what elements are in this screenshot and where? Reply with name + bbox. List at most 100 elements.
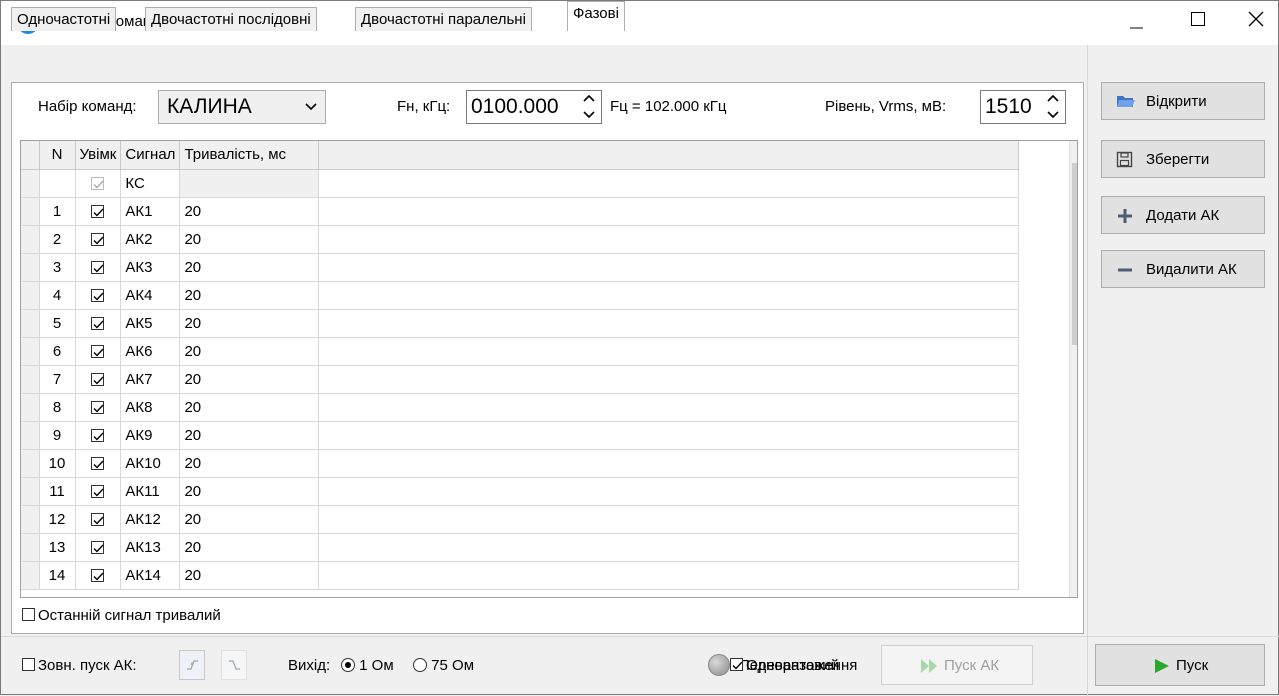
row-enabled-checkbox[interactable]	[91, 373, 105, 387]
table-row[interactable]: 8 АК8 20	[21, 393, 1020, 422]
row-enabled-cell[interactable]	[75, 533, 122, 562]
table-row[interactable]: 5 АК5 20	[21, 309, 1020, 338]
commands-table[interactable]: N Увімк Сигнал Тривалість, мс КС 1 АК1 20 2 А…	[20, 140, 1078, 598]
falling-edge-button[interactable]	[221, 650, 247, 680]
row-duration[interactable]: 20	[179, 421, 320, 450]
remove-ak-button[interactable]: Видалити АК	[1101, 250, 1265, 288]
table-row[interactable]: 14 АК14 20	[21, 561, 1020, 590]
tab-single-frequency[interactable]: Одночастотні	[11, 7, 117, 31]
row-duration[interactable]: 20	[179, 281, 320, 310]
row-duration[interactable]: 20	[179, 393, 320, 422]
row-duration[interactable]: 20	[179, 533, 320, 562]
row-signal[interactable]: АК5	[120, 309, 181, 338]
output-1ohm-radio[interactable]: 1 Ом	[341, 657, 394, 674]
row-indicator[interactable]	[21, 533, 40, 562]
row-signal[interactable]: АК9	[120, 421, 181, 450]
scroll-up-icon[interactable]	[1076, 147, 1078, 155]
row-enabled-cell[interactable]	[75, 281, 122, 310]
row-indicator[interactable]	[21, 505, 40, 534]
row-indicator[interactable]	[21, 477, 40, 506]
table-row[interactable]: 1 АК1 20	[21, 197, 1020, 226]
row-signal[interactable]: КС	[120, 169, 181, 198]
radio-1ohm[interactable]	[341, 658, 355, 672]
row-enabled-checkbox[interactable]	[91, 513, 105, 527]
table-row[interactable]: 13 АК13 20	[21, 533, 1020, 562]
row-indicator[interactable]	[21, 337, 40, 366]
level-spinbox[interactable]: 1510	[980, 90, 1066, 124]
row-enabled-cell[interactable]	[75, 225, 122, 254]
single-shot-control[interactable]: Одноразовий	[730, 657, 839, 674]
table-row[interactable]: 10 АК10 20	[21, 449, 1020, 478]
row-indicator[interactable]	[21, 281, 40, 310]
table-row[interactable]: 3 АК3 20	[21, 253, 1020, 282]
row-signal[interactable]: АК8	[120, 393, 181, 422]
row-indicator[interactable]	[21, 561, 40, 590]
column-enabled[interactable]: Увімк	[75, 141, 122, 170]
last-signal-long-box[interactable]	[22, 608, 35, 621]
external-start-checkbox[interactable]: Зовн. пуск АК:	[22, 657, 137, 674]
last-signal-long-checkbox[interactable]: Останній сигнал тривалий	[22, 607, 221, 624]
row-enabled-checkbox[interactable]	[91, 541, 105, 555]
row-duration[interactable]: 20	[179, 225, 320, 254]
row-duration[interactable]: 20	[179, 365, 320, 394]
row-signal[interactable]: АК14	[120, 561, 181, 590]
row-signal[interactable]: АК7	[120, 365, 181, 394]
row-enabled-checkbox[interactable]	[91, 401, 105, 415]
column-n[interactable]: N	[39, 141, 76, 170]
row-enabled-checkbox[interactable]	[91, 177, 105, 191]
row-enabled-checkbox[interactable]	[91, 485, 105, 499]
fn-spinbox[interactable]: 0100.000	[466, 90, 602, 124]
row-enabled-cell[interactable]	[75, 477, 122, 506]
save-button[interactable]: Зберегти	[1101, 140, 1265, 178]
scrollbar-thumb[interactable]	[1072, 163, 1077, 345]
row-enabled-cell[interactable]	[75, 449, 122, 478]
row-duration[interactable]: 20	[179, 561, 320, 590]
row-enabled-checkbox[interactable]	[91, 569, 105, 583]
row-enabled-checkbox[interactable]	[91, 345, 105, 359]
level-down-button[interactable]	[1041, 107, 1065, 123]
minimize-icon[interactable]	[1113, 1, 1159, 45]
row-enabled-checkbox[interactable]	[91, 289, 105, 303]
table-scrollbar[interactable]	[1069, 141, 1078, 597]
rising-edge-button[interactable]	[179, 650, 205, 680]
radio-75ohm[interactable]	[413, 658, 427, 672]
command-set-select[interactable]: КАЛИНА	[158, 90, 326, 124]
row-signal[interactable]: АК12	[120, 505, 181, 534]
row-indicator[interactable]	[21, 309, 40, 338]
row-enabled-cell[interactable]	[75, 337, 122, 366]
row-enabled-cell[interactable]	[75, 253, 122, 282]
table-row[interactable]: 2 АК2 20	[21, 225, 1020, 254]
table-row[interactable]: КС	[21, 169, 1020, 198]
row-enabled-checkbox[interactable]	[91, 205, 105, 219]
table-row[interactable]: 11 АК11 20	[21, 477, 1020, 506]
row-indicator[interactable]	[21, 393, 40, 422]
row-indicator[interactable]	[21, 169, 40, 198]
row-enabled-checkbox[interactable]	[91, 429, 105, 443]
row-enabled-cell[interactable]	[75, 421, 122, 450]
row-signal[interactable]: АК3	[120, 253, 181, 282]
row-signal[interactable]: АК4	[120, 281, 181, 310]
add-ak-button[interactable]: Додати АК	[1101, 196, 1265, 234]
row-signal[interactable]: АК10	[120, 449, 181, 478]
table-row[interactable]: 12 АК12 20	[21, 505, 1020, 534]
row-duration[interactable]: 20	[179, 477, 320, 506]
start-ak-button[interactable]: Пуск АК	[881, 645, 1033, 685]
fn-up-button[interactable]	[577, 91, 601, 107]
row-indicator[interactable]	[21, 253, 40, 282]
level-up-button[interactable]	[1041, 91, 1065, 107]
row-enabled-checkbox[interactable]	[91, 317, 105, 331]
table-row[interactable]: 4 АК4 20	[21, 281, 1020, 310]
row-duration[interactable]: 20	[179, 197, 320, 226]
row-duration[interactable]: 20	[179, 449, 320, 478]
row-enabled-cell[interactable]	[75, 169, 122, 198]
table-row[interactable]: 6 АК6 20	[21, 337, 1020, 366]
table-row[interactable]: 7 АК7 20	[21, 365, 1020, 394]
row-signal[interactable]: АК2	[120, 225, 181, 254]
row-indicator[interactable]	[21, 225, 40, 254]
tab-phase[interactable]: Фазові	[567, 1, 625, 31]
column-duration[interactable]: Тривалість, мс	[179, 141, 320, 170]
row-duration[interactable]: 20	[179, 337, 320, 366]
start-button[interactable]: Пуск	[1095, 644, 1265, 686]
row-indicator[interactable]	[21, 365, 40, 394]
open-button[interactable]: Відкрити	[1101, 82, 1265, 120]
